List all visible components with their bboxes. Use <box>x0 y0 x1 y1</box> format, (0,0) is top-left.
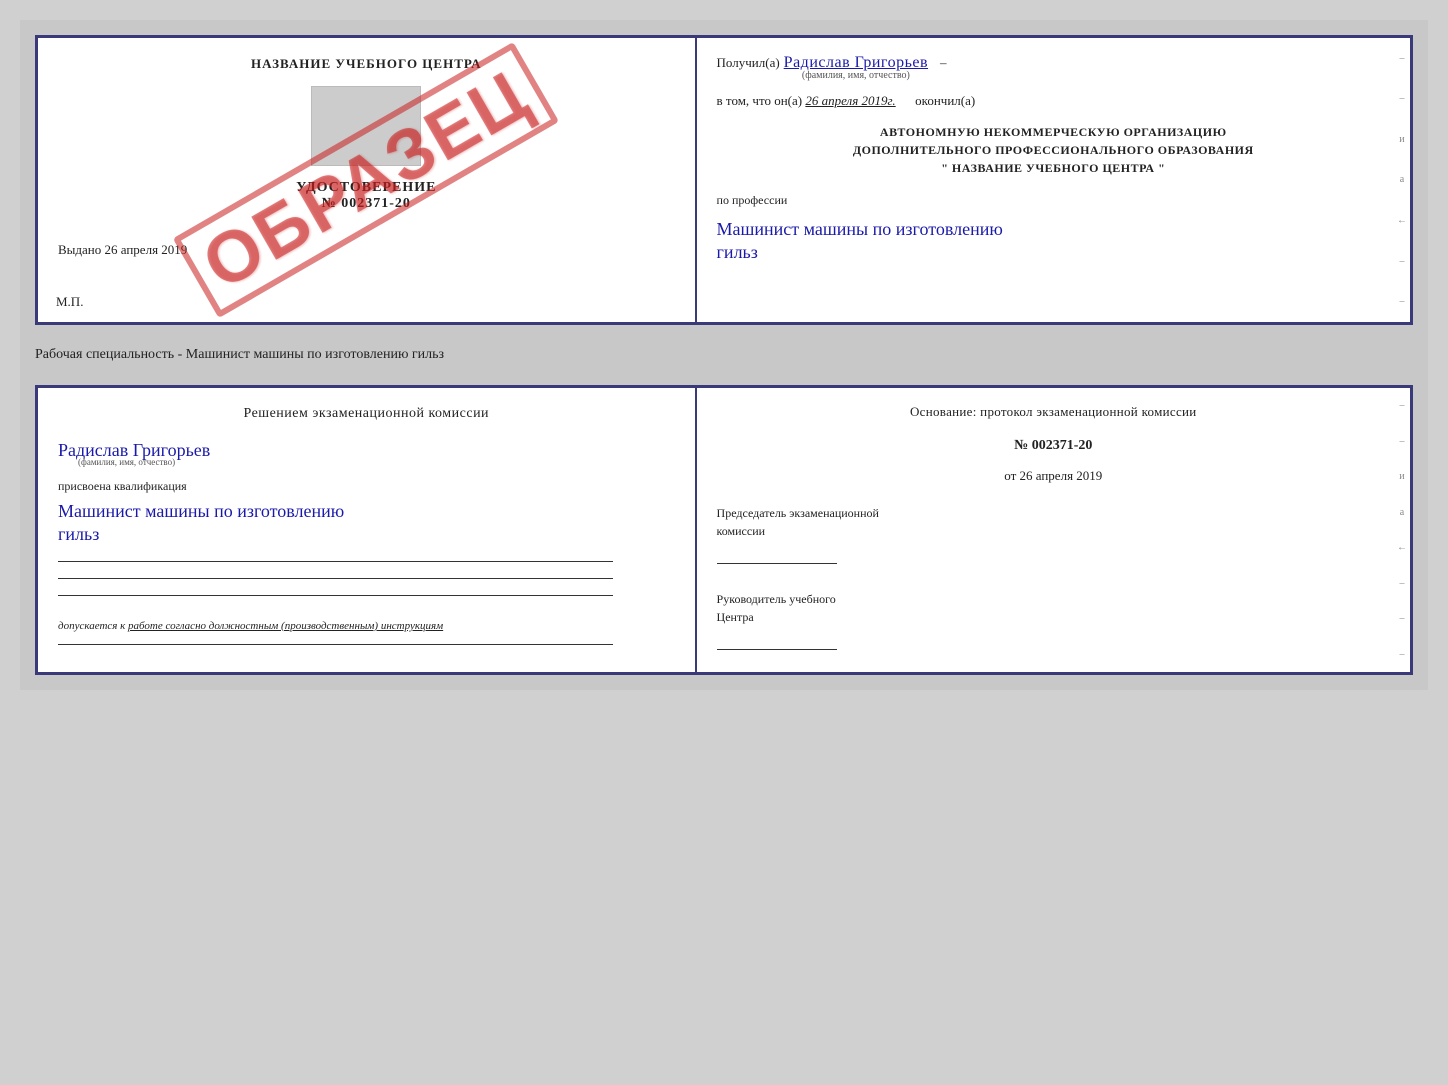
dash-sep: – <box>940 55 947 71</box>
edge-tick-4: а <box>1400 174 1404 185</box>
protocol-number: № 002371-20 <box>717 438 1390 454</box>
underline-1 <box>58 561 613 562</box>
right-edge-marks-bottom: – – и а ← – – – <box>1394 388 1410 672</box>
btm-edge-8: – <box>1399 649 1404 660</box>
dopusk-label: допускается к <box>58 620 125 632</box>
page-container: НАЗВАНИЕ УЧЕБНОГО ЦЕНТРА УДОСТОВЕРЕНИЕ №… <box>20 20 1428 690</box>
doc-number: № 002371-20 <box>58 196 675 212</box>
edge-tick-3: и <box>1399 134 1404 145</box>
edge-tick-6: – <box>1399 256 1404 267</box>
protocol-date-value: 26 апреля 2019 <box>1020 468 1103 483</box>
rukoved-line2: Центра <box>717 608 1390 626</box>
btm-edge-4: а <box>1400 507 1404 518</box>
separator-label: Рабочая специальность - Машинист машины … <box>35 343 1413 367</box>
btm-edge-2: – <box>1399 436 1404 447</box>
udostoverenie-block: УДОСТОВЕРЕНИЕ № 002371-20 <box>58 180 675 212</box>
protocol-date-prefix: от <box>1004 468 1016 483</box>
underline-4 <box>58 644 613 645</box>
btm-edge-6: – <box>1399 578 1404 589</box>
fio-label-bottom: (фамилия, имя, отчество) <box>78 457 175 467</box>
osnov-title: Основание: протокол экзаменационной коми… <box>717 404 1390 420</box>
date-value: 26 апреля 2019г. <box>805 93 895 108</box>
dopusk-text: работе согласно должностным (производств… <box>128 620 443 632</box>
org-line1: АВТОНОМНУЮ НЕКОММЕРЧЕСКУЮ ОРГАНИЗАЦИЮ <box>717 123 1390 141</box>
predsed-signature <box>717 546 837 564</box>
rukoved-signature <box>717 632 837 650</box>
edge-tick-5: ← <box>1397 215 1407 226</box>
profession-line: по профессии <box>717 193 1390 208</box>
btm-edge-1: – <box>1399 400 1404 411</box>
top-left-title: НАЗВАНИЕ УЧЕБНОГО ЦЕНТРА <box>58 56 675 72</box>
org-line2: ДОПОЛНИТЕЛЬНОГО ПРОФЕССИОНАЛЬНОГО ОБРАЗО… <box>717 141 1390 159</box>
edge-tick-1: – <box>1399 53 1404 64</box>
top-doc-left: НАЗВАНИЕ УЧЕБНОГО ЦЕНТРА УДОСТОВЕРЕНИЕ №… <box>38 38 697 322</box>
org-block: АВТОНОМНУЮ НЕКОММЕРЧЕСКУЮ ОРГАНИЗАЦИЮ ДО… <box>717 123 1390 177</box>
vudano-date: 26 апреля 2019 <box>105 242 188 257</box>
edge-tick-7: – <box>1399 296 1404 307</box>
komissia-title: Решением экзаменационной комиссии <box>58 406 675 422</box>
v-tom-label: в том, что он(а) <box>717 93 803 108</box>
predsed-block: Председатель экзаменационной комиссии <box>717 504 1390 564</box>
rukovec-block: Руководитель учебного Центра <box>717 590 1390 650</box>
vudano-line: Выдано 26 апреля 2019 <box>58 242 675 258</box>
poluchil-label: Получил(а) <box>717 55 780 71</box>
photo-placeholder <box>311 86 421 166</box>
profession-name-top: Машинист машины по изготовлению гильз <box>717 218 1390 265</box>
predsed-line1: Председатель экзаменационной <box>717 504 1390 522</box>
org-line3: " НАЗВАНИЕ УЧЕБНОГО ЦЕНТРА " <box>717 159 1390 177</box>
kvalif-name: Машинист машины по изготовлению гильз <box>58 500 675 547</box>
top-document: НАЗВАНИЕ УЧЕБНОГО ЦЕНТРА УДОСТОВЕРЕНИЕ №… <box>35 35 1413 325</box>
okonchil-label: окончил(а) <box>915 93 975 108</box>
underline-3 <box>58 595 613 596</box>
underline-2 <box>58 578 613 579</box>
fio-label-top: (фамилия, имя, отчество) <box>802 70 910 81</box>
predsed-line2: комиссии <box>717 522 1390 540</box>
mp-label: М.П. <box>56 294 83 310</box>
btm-edge-5: ← <box>1397 542 1407 553</box>
rukoved-line1: Руководитель учебного <box>717 590 1390 608</box>
prisvoena-label: присвоена квалификация <box>58 479 675 494</box>
vudano-label: Выдано <box>58 242 101 257</box>
date-line: в том, что он(а) 26 апреля 2019г. окончи… <box>717 93 1390 109</box>
recipient-line: Получил(а) Радислав Григорьев (фамилия, … <box>717 54 1390 81</box>
top-doc-right: Получил(а) Радислав Григорьев (фамилия, … <box>697 38 1410 322</box>
udostoverenie-title: УДОСТОВЕРЕНИЕ <box>58 180 675 196</box>
protocol-date: от 26 апреля 2019 <box>717 468 1390 484</box>
dopuskaetsya-text: допускается к работе согласно должностны… <box>58 620 675 632</box>
btm-edge-7: – <box>1399 613 1404 624</box>
edge-tick-2: – <box>1399 93 1404 104</box>
po-professii-label: по профессии <box>717 193 788 207</box>
bottom-document: Решением экзаменационной комиссии Радисл… <box>35 385 1413 675</box>
bottom-doc-right: Основание: протокол экзаменационной коми… <box>697 388 1410 672</box>
bottom-doc-left: Решением экзаменационной комиссии Радисл… <box>38 388 697 672</box>
btm-edge-3: и <box>1399 471 1404 482</box>
right-edge-marks: – – и а ← – – <box>1394 38 1410 322</box>
